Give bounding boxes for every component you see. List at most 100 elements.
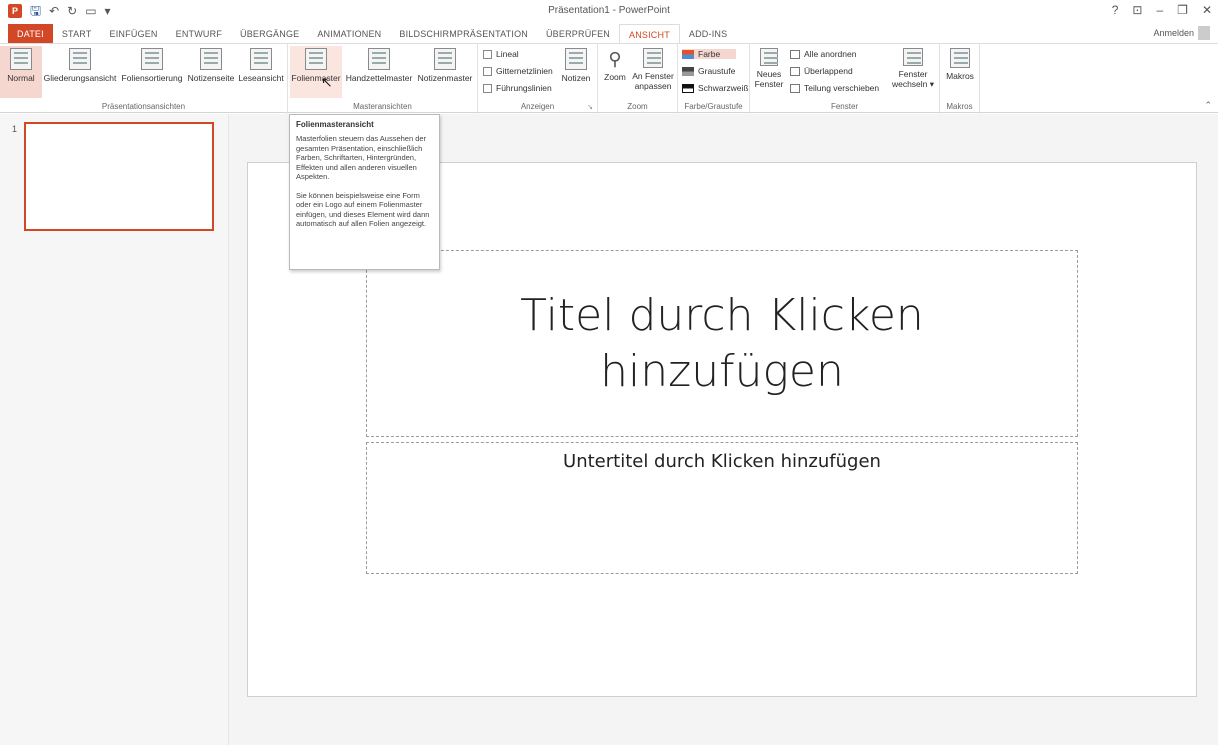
black-white-button[interactable]: Schwarzweiß — [682, 83, 749, 93]
normal-view-icon — [10, 48, 32, 70]
guides-label: Führungslinien — [496, 83, 552, 93]
handout-master-button[interactable]: Handzettelmaster — [344, 46, 414, 83]
collapse-ribbon-icon[interactable]: ⌃ — [1204, 100, 1212, 111]
tab-view[interactable]: ANSICHT — [619, 24, 680, 44]
notes-page-button[interactable]: Notizenseite — [186, 46, 236, 83]
slide-sorter-button[interactable]: Foliensortierung — [118, 46, 186, 83]
cascade-icon — [790, 66, 800, 76]
mouse-cursor-icon: ↖ — [321, 74, 333, 90]
notes-master-icon — [434, 48, 456, 70]
move-split-button[interactable]: Teilung verschieben — [790, 83, 879, 93]
magnifier-icon: ⚲ — [608, 49, 622, 69]
handout-master-icon — [368, 48, 390, 70]
minimize-button[interactable]: – — [1156, 3, 1163, 17]
outline-view-button[interactable]: Gliederungsansicht — [43, 46, 117, 83]
group-show: Lineal Gitternetzlinien Führungslinien N… — [478, 44, 598, 114]
color-button[interactable]: Farbe — [682, 49, 737, 59]
ribbon: Normal Gliederungsansicht Foliensortieru… — [0, 43, 1218, 114]
arrange-all-button[interactable]: Alle anordnen — [790, 49, 856, 59]
macros-label: Makros — [946, 71, 974, 81]
tooltip-title: Folienmasteransicht — [296, 120, 374, 129]
ruler-checkbox[interactable]: Lineal — [483, 49, 519, 59]
arrange-all-icon — [790, 49, 800, 59]
color-swatch-icon — [682, 49, 694, 59]
macros-button[interactable]: Makros — [944, 46, 976, 81]
slide-master-label: Folienmaster — [291, 73, 341, 83]
tab-design[interactable]: ENTWURF — [167, 24, 231, 44]
sign-in[interactable]: Anmelden — [1153, 26, 1210, 40]
help-button[interactable]: ? — [1112, 3, 1119, 17]
restore-button[interactable]: ❐ — [1177, 3, 1188, 17]
ribbon-display-options-button[interactable]: ⊡ — [1132, 3, 1142, 17]
fit-to-window-button[interactable]: An Fenster anpassen — [630, 46, 676, 91]
black-white-label: Schwarzweiß — [698, 83, 749, 93]
slide-thumbnail[interactable] — [24, 122, 214, 231]
normal-view-label: Normal — [7, 73, 35, 83]
switch-windows-label-1: Fenster — [898, 69, 928, 79]
arrange-all-label: Alle anordnen — [804, 49, 857, 59]
subtitle-placeholder[interactable]: Untertitel durch Klicken hinzufügen — [366, 442, 1078, 574]
avatar — [1198, 26, 1210, 40]
window-controls: ? ⊡ – ❐ ✕ — [1112, 3, 1212, 17]
close-button[interactable]: ✕ — [1202, 3, 1212, 17]
tab-slideshow[interactable]: BILDSCHIRMPRÄSENTATION — [390, 24, 537, 44]
slide-sorter-icon — [141, 48, 163, 70]
group-macros: Makros Makros — [940, 44, 980, 114]
new-window-icon — [760, 48, 778, 66]
ruler-label: Lineal — [496, 49, 519, 59]
new-window-button[interactable]: Neues Fenster — [754, 46, 784, 89]
notes-button[interactable]: Notizen — [558, 46, 594, 83]
fit-to-window-icon — [643, 48, 663, 68]
tooltip-paragraph-2: Sie können beispielsweise eine Form oder… — [296, 190, 430, 229]
switch-windows-label-2: wechseln ▾ — [891, 79, 935, 89]
tab-home[interactable]: START — [53, 24, 101, 44]
grayscale-button[interactable]: Graustufe — [682, 66, 735, 76]
tab-addins[interactable]: ADD-INS — [680, 24, 736, 44]
notes-icon — [565, 48, 587, 70]
notes-page-label: Notizenseite — [187, 73, 235, 83]
gridlines-checkbox-box — [483, 66, 492, 76]
tab-transitions[interactable]: ÜBERGÄNGE — [231, 24, 308, 44]
show-dialog-launcher-icon[interactable]: ↘ — [587, 103, 593, 111]
group-label-presentation-views: Präsentationsansichten — [101, 102, 186, 111]
move-split-icon — [790, 83, 800, 93]
cascade-label: Überlappend — [804, 66, 853, 76]
sign-in-label: Anmelden — [1153, 28, 1194, 38]
normal-view-button[interactable]: Normal — [0, 46, 42, 98]
black-white-swatch-icon — [682, 83, 694, 93]
title-placeholder[interactable]: Titel durch Klicken hinzufügen — [366, 250, 1078, 437]
cascade-button[interactable]: Überlappend — [790, 66, 853, 76]
zoom-button[interactable]: ⚲ Zoom — [600, 46, 630, 82]
zoom-label: Zoom — [604, 72, 626, 82]
group-label-show: Anzeigen — [520, 102, 555, 111]
notes-master-button[interactable]: Notizenmaster — [415, 46, 475, 83]
guides-checkbox[interactable]: Führungslinien — [483, 83, 552, 93]
slide-master-icon — [305, 48, 327, 70]
group-label-window: Fenster — [830, 102, 859, 111]
gridlines-checkbox[interactable]: Gitternetzlinien — [483, 66, 553, 76]
title-bar: P 🖫 ↶ ↻ ▭ ▾ Präsentation1 - PowerPoint ?… — [0, 0, 1218, 24]
tab-animations[interactable]: ANIMATIONEN — [308, 24, 390, 44]
group-zoom: ⚲ Zoom An Fenster anpassen Zoom — [598, 44, 678, 114]
tab-insert[interactable]: EINFÜGEN — [101, 24, 167, 44]
move-split-label: Teilung verschieben — [804, 83, 880, 93]
outline-view-label: Gliederungsansicht — [43, 73, 117, 83]
group-window: Neues Fenster Alle anordnen Überlappend … — [750, 44, 940, 114]
notes-page-icon — [200, 48, 222, 70]
switch-windows-button[interactable]: Fenster wechseln ▾ — [890, 46, 936, 90]
tab-review[interactable]: ÜBERPRÜFEN — [537, 24, 619, 44]
guides-checkbox-box — [483, 83, 492, 93]
slide-master-button[interactable]: Folienmaster — [290, 46, 342, 98]
reading-view-label: Leseansicht — [238, 73, 284, 83]
switch-windows-icon — [903, 48, 923, 66]
new-window-label-2: Fenster — [754, 79, 784, 89]
slide-master-tooltip: Folienmasteransicht Masterfolien steuern… — [289, 114, 440, 270]
group-label-zoom: Zoom — [627, 102, 648, 111]
tooltip-paragraph-1: Masterfolien steuern das Aussehen der ge… — [296, 134, 427, 181]
outline-view-icon — [69, 48, 91, 70]
reading-view-button[interactable]: Leseansicht — [236, 46, 286, 83]
group-label-master-views: Masteransichten — [353, 102, 412, 111]
tab-file[interactable]: DATEI — [8, 24, 53, 44]
macros-icon — [950, 48, 970, 68]
notes-label: Notizen — [561, 73, 591, 83]
